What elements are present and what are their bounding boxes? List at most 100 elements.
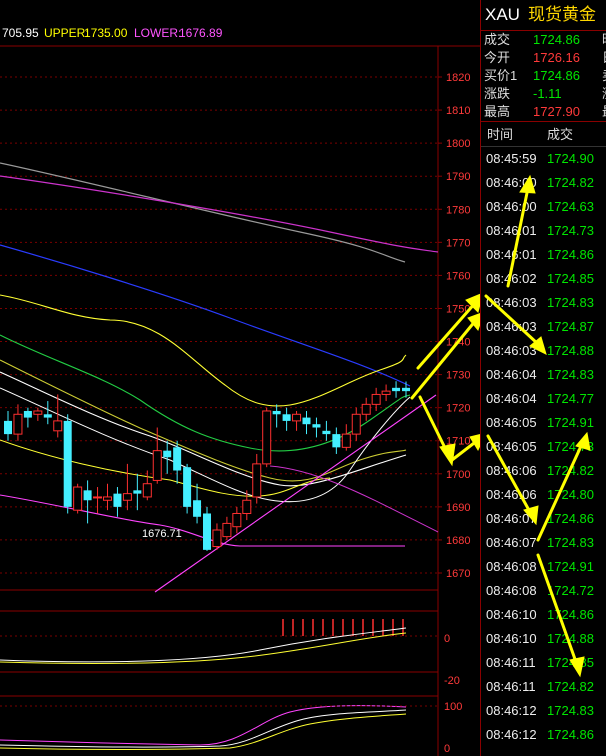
- tick-row[interactable]: 08:46:01 1724.86: [481, 243, 606, 267]
- tick-price: 1724.82: [547, 175, 594, 190]
- quote-rows: 成交 1724.86 昨今开 1726.16 日买价1 1724.86 卖涨跌 -1.11 涨最…: [481, 31, 606, 121]
- tick-row[interactable]: 08:46:02 1724.85: [481, 267, 606, 291]
- quote-row: 今开 1726.16 日: [481, 49, 606, 67]
- quote-row: 买价1 1724.86 卖: [481, 67, 606, 85]
- quote-label: 最高: [484, 104, 511, 119]
- tick-row[interactable]: 08:46:04 1724.77: [481, 387, 606, 411]
- sub1-white-line: [0, 627, 407, 663]
- ma-blue-line: [0, 244, 411, 387]
- candle-body: [341, 433, 351, 448]
- arrow-head-down-1: [439, 443, 456, 467]
- tick-price: 1724.83: [547, 703, 594, 718]
- tick-price: 1724.88: [547, 343, 594, 358]
- tick-time: 08:46:07: [486, 535, 537, 550]
- candle-body: [103, 496, 112, 501]
- tick-price: 1724.63: [547, 199, 594, 214]
- tick-price: 1724.86: [547, 727, 594, 742]
- tick-time: 08:46:04: [486, 367, 537, 382]
- candle-body: [133, 490, 142, 494]
- quote-value: 1727.90: [533, 104, 580, 119]
- tick-price: 1724.80: [547, 487, 594, 502]
- y-tick-label: 1690: [446, 502, 470, 514]
- tick-time: 08:46:05: [486, 415, 537, 430]
- candle-body: [23, 410, 32, 418]
- tick-row[interactable]: 08:45:59 1724.90: [481, 147, 606, 171]
- tick-row[interactable]: 08:46:07 1724.86: [481, 507, 606, 531]
- tick-row[interactable]: 08:46:03 1724.83: [481, 291, 606, 315]
- tick-price: 1724.86: [547, 607, 594, 622]
- tick-row[interactable]: 08:46:10 1724.88: [481, 627, 606, 651]
- sub1-yellow-line: [0, 632, 407, 664]
- candle-body: [232, 512, 242, 528]
- y-tick-label: 1800: [446, 138, 470, 150]
- ma-green-line: [0, 334, 411, 452]
- quote-value: 1724.86: [533, 32, 580, 47]
- tick-row[interactable]: 08:46:07 1724.83: [481, 531, 606, 555]
- tick-row[interactable]: 08:46:12 1724.83: [481, 699, 606, 723]
- tick-time: 08:46:04: [486, 391, 537, 406]
- candle-body: [272, 410, 281, 415]
- boll-upper-value: 1735.00: [84, 26, 128, 40]
- tick-price: 1724.82: [547, 679, 594, 694]
- candle-body: [122, 493, 132, 501]
- tick-price: 1724.72: [547, 583, 594, 598]
- tick-row[interactable]: 08:46:00 1724.63: [481, 195, 606, 219]
- candle-body: [203, 513, 211, 550]
- tick-time: 08:46:05: [486, 439, 537, 454]
- quote-title: XAU 现货黄金: [481, 0, 606, 30]
- quote-label: 买价1: [484, 68, 518, 83]
- candle-body: [212, 529, 222, 548]
- candle-body: [73, 486, 83, 511]
- quote-label: 涨跌: [484, 86, 511, 101]
- tick-time: 08:46:11: [486, 655, 536, 670]
- tick-time: 08:46:01: [486, 223, 537, 238]
- quote-label: 成交: [484, 32, 511, 47]
- tick-row[interactable]: 08:46:12 1724.86: [481, 723, 606, 747]
- tick-row[interactable]: 08:46:05 1724.73: [481, 435, 606, 459]
- tick-time: 08:46:03: [486, 319, 537, 334]
- tick-row[interactable]: 08:46:10 1724.86: [481, 603, 606, 627]
- sub1-tick-0: 0: [444, 633, 450, 645]
- tick-row[interactable]: 08:46:06 1724.82: [481, 459, 606, 483]
- candle-body: [33, 410, 43, 415]
- candle-body: [4, 420, 12, 435]
- quote-row: 成交 1724.86 昨: [481, 31, 606, 49]
- quote-row: 最高 1727.90 最: [481, 103, 606, 121]
- sub2-tick-100: 100: [444, 701, 462, 713]
- tick-row[interactable]: 08:46:05 1724.91: [481, 411, 606, 435]
- tick-time: 08:46:06: [486, 463, 537, 478]
- tick-row[interactable]: 08:46:11 1724.85: [481, 651, 606, 675]
- min-price-marker: 1676.71: [142, 528, 182, 540]
- quote-value: 1724.86: [533, 68, 580, 83]
- arrow-head-up-3: [469, 433, 480, 452]
- tick-row[interactable]: 08:46:03 1724.88: [481, 339, 606, 363]
- tick-row[interactable]: 08:46:01 1724.73: [481, 219, 606, 243]
- candle-body: [242, 499, 252, 514]
- tick-list[interactable]: 08:45:59 1724.90 08:46:00 1724.82 08:46:00 17…: [481, 147, 606, 747]
- tick-price: 1724.82: [547, 463, 594, 478]
- tick-row[interactable]: 08:46:08 1724.91: [481, 555, 606, 579]
- boll-upper-label: UPPER:: [44, 26, 89, 40]
- candle-body: [392, 387, 401, 392]
- candle-body: [163, 450, 172, 458]
- price-chart[interactable]: 705.95 UPPER: 1735.00 LOWER: 1676.89 182…: [0, 0, 480, 756]
- tick-row[interactable]: 08:46:03 1724.87: [481, 315, 606, 339]
- tick-price: 1724.86: [547, 247, 594, 262]
- tick-row[interactable]: 08:46:04 1724.83: [481, 363, 606, 387]
- tick-row[interactable]: 08:46:06 1724.80: [481, 483, 606, 507]
- tick-price: 1724.87: [547, 319, 594, 334]
- y-tick-label: 1730: [446, 370, 470, 382]
- tick-row[interactable]: 08:46:08 1724.72: [481, 579, 606, 603]
- boll-lower-line: [0, 494, 405, 547]
- tick-time: 08:46:10: [486, 631, 537, 646]
- candle-body: [282, 414, 291, 421]
- sub1-histogram: [0, 619, 438, 637]
- tick-price: 1724.85: [547, 655, 594, 670]
- tick-row[interactable]: 08:46:00 1724.82: [481, 171, 606, 195]
- symbol-name: 现货黄金: [527, 5, 596, 24]
- tick-price: 1724.73: [547, 223, 594, 238]
- tick-row[interactable]: 08:46:11 1724.82: [481, 675, 606, 699]
- tick-time: 08:46:10: [486, 607, 537, 622]
- quote-cut-label: 昨: [602, 31, 606, 49]
- candle-body: [93, 496, 103, 499]
